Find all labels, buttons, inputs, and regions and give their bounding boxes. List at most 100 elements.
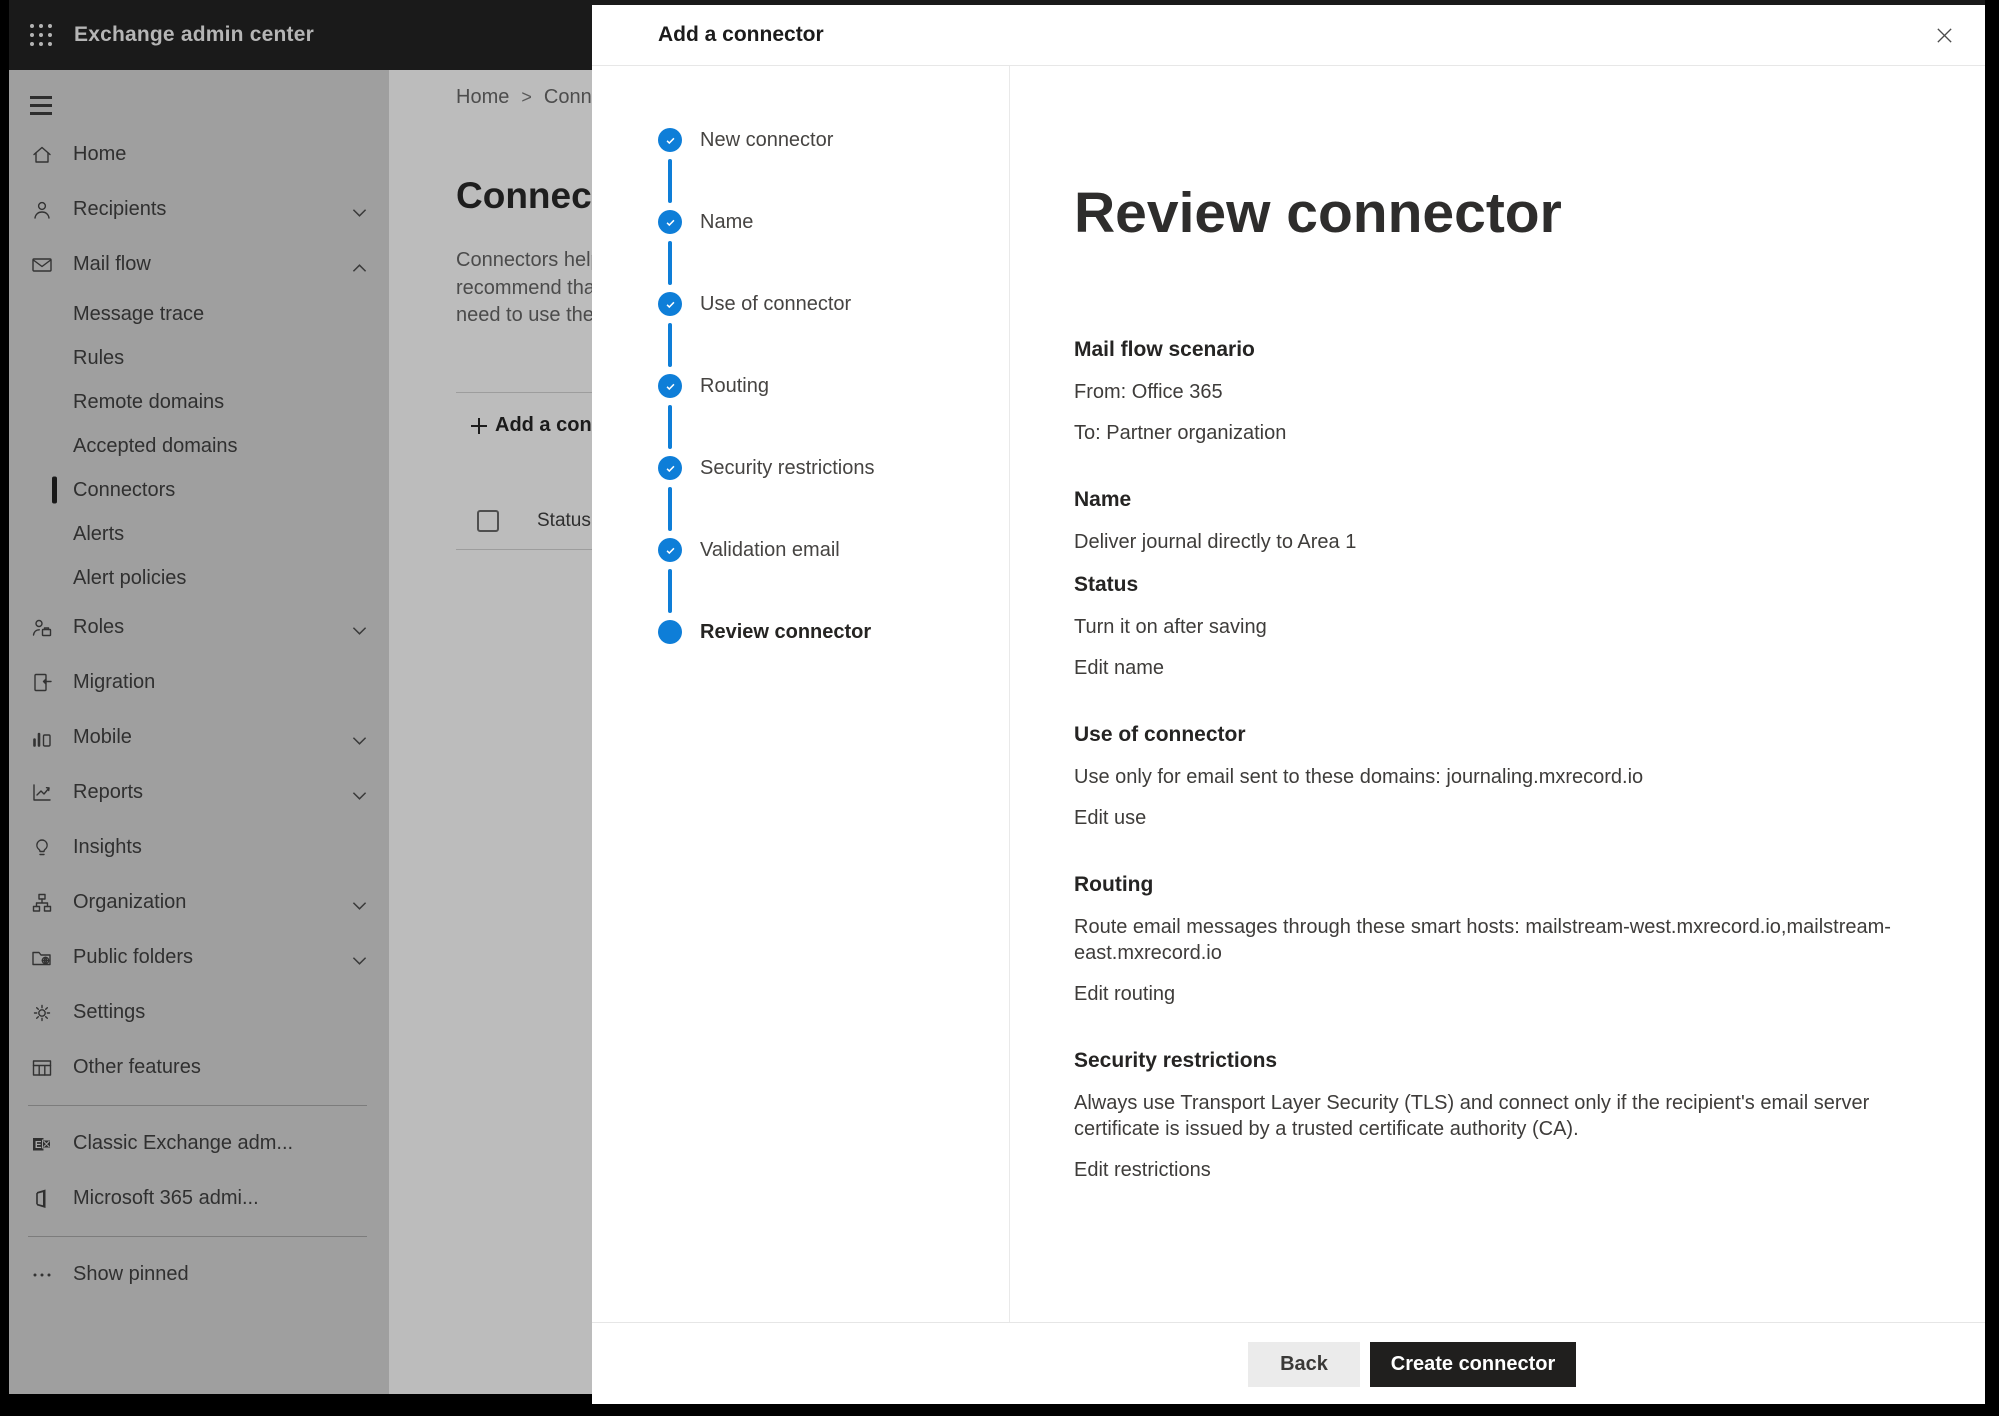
sidebar-item-home[interactable]: Home [9, 127, 389, 182]
sidebar-item-insights[interactable]: Insights [9, 820, 389, 875]
chevron-down-icon [352, 788, 367, 798]
step-completed-icon [658, 456, 682, 480]
sidebar-item-reports[interactable]: Reports [9, 765, 389, 820]
step-connector-line [668, 405, 672, 449]
sidebar-item-label: Roles [73, 616, 124, 639]
sidebar-item-label: Connectors [73, 479, 175, 502]
chevron-down-icon [352, 953, 367, 963]
add-connector-button[interactable]: Add a conn [456, 393, 604, 459]
sidebar-item-migration[interactable]: Migration [9, 655, 389, 710]
create-connector-button[interactable]: Create connector [1370, 1342, 1576, 1387]
sidebar-item-label: Show pinned [73, 1263, 189, 1286]
step-label: Review connector [700, 620, 871, 644]
select-all-checkbox[interactable] [477, 510, 499, 532]
step-label: New connector [700, 128, 833, 152]
chevron-down-icon [352, 623, 367, 633]
sidebar-item-label: Insights [73, 836, 142, 859]
sidebar-item-label: Remote domains [73, 391, 224, 414]
panel-title: Add a connector [658, 23, 824, 47]
classic-exchange-icon: E [30, 1132, 54, 1156]
sidebar-item-alerts[interactable]: Alerts [9, 512, 389, 556]
sidebar-item-label: Alerts [73, 523, 124, 546]
panel-header: Add a connector [592, 5, 1985, 66]
sidebar-item-mail-flow[interactable]: Mail flow [9, 237, 389, 292]
sidebar-item-message-trace[interactable]: Message trace [9, 292, 389, 336]
review-section-heading: Use of connector [1074, 721, 1914, 749]
sidebar-item-settings[interactable]: Settings [9, 985, 389, 1040]
sidebar-item-microsoft-365-admi[interactable]: Microsoft 365 admi... [9, 1171, 389, 1226]
hamburger-menu-icon[interactable] [30, 96, 52, 115]
review-section-heading: Security restrictions [1074, 1047, 1914, 1075]
wizard-step-new-connector[interactable]: New connector [658, 128, 1009, 210]
sidebar-item-mobile[interactable]: Mobile [9, 710, 389, 765]
plus-icon [468, 415, 490, 437]
step-label: Security restrictions [700, 456, 875, 480]
step-connector-line [668, 159, 672, 203]
back-button[interactable]: Back [1248, 1342, 1360, 1387]
sidebar-item-alert-policies[interactable]: Alert policies [9, 556, 389, 600]
sidebar-item-classic-exchange-adm[interactable]: E Classic Exchange adm... [9, 1116, 389, 1171]
wizard-steps: New connector Name Use of connectorRouting… [592, 66, 1010, 1322]
sidebar-item-remote-domains[interactable]: Remote domains [9, 380, 389, 424]
wizard-step-validation-email[interactable]: Validation email [658, 538, 1009, 620]
sidebar-item-label: Classic Exchange adm... [73, 1132, 293, 1155]
home-icon [30, 143, 54, 167]
step-connector-line [668, 487, 672, 531]
step-label: Name [700, 210, 753, 234]
sidebar-item-label: Reports [73, 781, 143, 804]
wizard-step-use-of-connector[interactable]: Use of connector [658, 292, 1009, 374]
screen: Exchange admin center Home Recipients Mail… [0, 0, 1999, 1416]
app-launcher-icon[interactable] [28, 22, 54, 48]
review-section-heading: Name [1074, 486, 1914, 514]
sidebar-item-organization[interactable]: Organization [9, 875, 389, 930]
sidebar-item-label: Rules [73, 347, 124, 370]
edit-link-edit-restrictions[interactable]: Edit restrictions [1074, 1157, 1211, 1183]
sidebar-item-show-pinned[interactable]: Show pinned [9, 1247, 389, 1302]
sidebar-item-connectors[interactable]: Connectors [9, 468, 389, 512]
sidebar-item-public-folders[interactable]: Public folders [9, 930, 389, 985]
sidebar-item-accepted-domains[interactable]: Accepted domains [9, 424, 389, 468]
sidebar-item-rules[interactable]: Rules [9, 336, 389, 380]
insights-icon [30, 836, 54, 860]
review-section-heading: Routing [1074, 871, 1914, 899]
wizard-step-review-connector[interactable]: Review connector [658, 620, 1009, 702]
mobile-icon [30, 726, 54, 750]
public-folders-icon [30, 946, 54, 970]
chevron-down-icon [352, 733, 367, 743]
person-icon [30, 198, 54, 222]
sidebar-item-label: Alert policies [73, 567, 186, 590]
step-current-icon [658, 620, 682, 644]
edit-link-edit-name[interactable]: Edit name [1074, 655, 1164, 681]
selected-indicator [52, 477, 57, 504]
wizard-step-security-restrictions[interactable]: Security restrictions [658, 456, 1009, 538]
breadcrumb-home-link[interactable]: Home [456, 86, 509, 109]
sidebar-item-other-features[interactable]: Other features [9, 1040, 389, 1095]
review-text: Deliver journal directly to Area 1 [1074, 529, 1914, 555]
chevron-down-icon [352, 898, 367, 908]
edit-link-edit-routing[interactable]: Edit routing [1074, 981, 1175, 1007]
sidebar-item-label: Organization [73, 891, 186, 914]
sidebar-item-label: Recipients [73, 198, 166, 221]
add-connector-label: Add a conn [495, 414, 604, 437]
review-text: From: Office 365 [1074, 379, 1914, 405]
sidebar-item-label: Other features [73, 1056, 201, 1079]
wizard-step-routing[interactable]: Routing [658, 374, 1009, 456]
wizard-step-name[interactable]: Name [658, 210, 1009, 292]
edit-link-edit-use[interactable]: Edit use [1074, 805, 1146, 831]
sidebar-item-label: Home [73, 143, 126, 166]
step-label: Routing [700, 374, 769, 398]
review-sections: Mail flow scenarioFrom: Office 365To: Pa… [1074, 336, 1914, 1183]
breadcrumb-separator-icon: > [521, 87, 532, 108]
step-connector-line [668, 569, 672, 613]
reports-icon [30, 781, 54, 805]
chevron-up-icon [352, 260, 367, 270]
svg-text:E: E [35, 1140, 42, 1151]
status-column-header[interactable]: Status [537, 510, 591, 532]
sidebar-item-recipients[interactable]: Recipients [9, 182, 389, 237]
organization-icon [30, 891, 54, 915]
app-title: Exchange admin center [74, 23, 314, 47]
sidebar-item-label: Public folders [73, 946, 193, 969]
close-icon[interactable] [1929, 20, 1959, 50]
step-completed-icon [658, 128, 682, 152]
sidebar-item-roles[interactable]: Roles [9, 600, 389, 655]
